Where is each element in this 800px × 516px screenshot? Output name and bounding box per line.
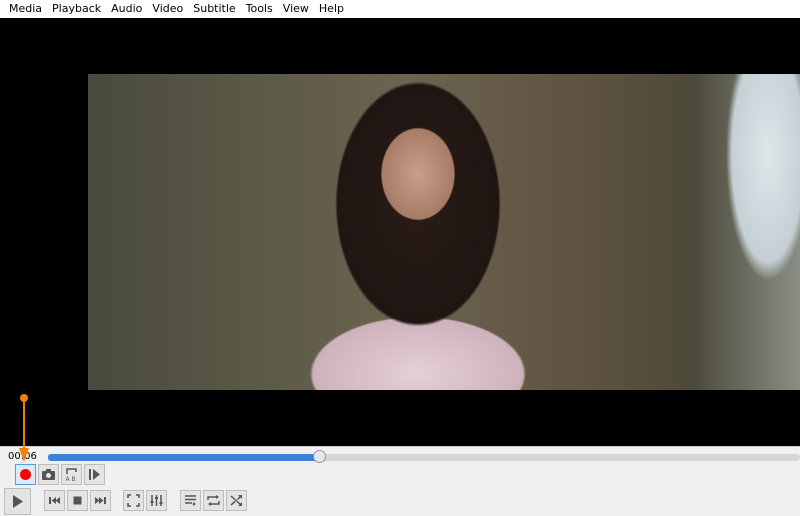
- video-area[interactable]: [0, 18, 800, 446]
- fullscreen-icon: [127, 494, 140, 507]
- previous-button[interactable]: [44, 490, 65, 511]
- extended-settings-icon: [150, 495, 163, 506]
- play-icon: [13, 495, 23, 508]
- record-icon: [20, 469, 31, 480]
- menu-video[interactable]: Video: [147, 0, 188, 18]
- playlist-icon: [185, 495, 196, 506]
- ab-loop-button[interactable]: A B: [61, 464, 82, 485]
- video-frame: [88, 74, 800, 390]
- stop-icon: [73, 496, 82, 505]
- menu-audio[interactable]: Audio: [106, 0, 147, 18]
- menu-bar: Media Playback Audio Video Subtitle Tool…: [0, 0, 800, 18]
- menu-media[interactable]: Media: [4, 0, 47, 18]
- snapshot-icon: [42, 469, 55, 480]
- menu-tools[interactable]: Tools: [241, 0, 278, 18]
- shuffle-icon: [230, 495, 242, 506]
- loop-button[interactable]: [203, 490, 224, 511]
- annotation-arrow: [19, 394, 29, 462]
- shuffle-button[interactable]: [226, 490, 247, 511]
- loop-icon: [207, 495, 220, 506]
- menu-playback[interactable]: Playback: [47, 0, 106, 18]
- seek-bar[interactable]: [48, 450, 800, 463]
- ab-loop-icon: A B: [66, 468, 77, 482]
- next-icon: [95, 497, 106, 504]
- menu-help[interactable]: Help: [314, 0, 349, 18]
- next-button[interactable]: [90, 490, 111, 511]
- frame-step-button[interactable]: [84, 464, 105, 485]
- play-button[interactable]: [4, 488, 31, 515]
- fullscreen-button[interactable]: [123, 490, 144, 511]
- menu-view[interactable]: View: [278, 0, 314, 18]
- seek-progress: [48, 454, 319, 461]
- menu-subtitle[interactable]: Subtitle: [188, 0, 240, 18]
- seek-handle[interactable]: [312, 450, 326, 463]
- svg-text:A B: A B: [66, 476, 76, 482]
- previous-icon: [49, 497, 60, 504]
- extended-settings-button[interactable]: [146, 490, 167, 511]
- frame-step-icon: [89, 469, 100, 480]
- playlist-button[interactable]: [180, 490, 201, 511]
- record-button[interactable]: [15, 464, 36, 485]
- snapshot-button[interactable]: [38, 464, 59, 485]
- stop-button[interactable]: [67, 490, 88, 511]
- control-panel: 00:06 A B: [0, 446, 800, 516]
